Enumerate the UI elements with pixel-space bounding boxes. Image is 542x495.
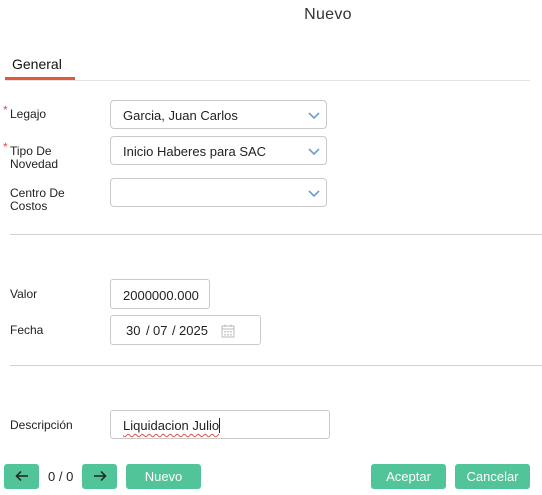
- fecha-label: Fecha: [10, 323, 44, 337]
- descripcion-label: Descripción: [10, 418, 73, 432]
- aceptar-button[interactable]: Aceptar: [371, 464, 446, 489]
- text-caret: [219, 418, 220, 433]
- fecha-input[interactable]: 30 / 07 / 2025: [110, 315, 261, 345]
- centro-costos-label: Centro De Costos: [10, 187, 65, 213]
- legajo-value: Garcia, Juan Carlos: [123, 108, 238, 123]
- descripcion-value: Liquidacion Julio: [123, 418, 220, 433]
- section-divider: [10, 234, 542, 235]
- dialog-title: Nuevo: [304, 6, 352, 23]
- centro-costos-label-line2: Costos: [10, 199, 48, 213]
- arrow-right-icon: [93, 470, 107, 482]
- chevron-down-icon: [308, 112, 320, 120]
- fecha-month[interactable]: 07: [153, 323, 167, 338]
- tipo-novedad-label-line2: Novedad: [10, 157, 59, 171]
- tab-general[interactable]: General: [12, 56, 62, 72]
- descripcion-input[interactable]: Liquidacion Julio: [110, 410, 330, 439]
- fecha-day[interactable]: 30: [126, 323, 140, 338]
- record-counter: 0 / 0: [48, 469, 74, 484]
- fecha-separator: /: [146, 323, 150, 338]
- nuevo-button[interactable]: Nuevo: [126, 464, 201, 489]
- valor-input[interactable]: 2000000.000: [110, 279, 210, 309]
- fecha-year[interactable]: 2025: [179, 323, 208, 338]
- previous-button[interactable]: [4, 464, 39, 489]
- valor-value: 2000000.000: [123, 288, 199, 303]
- tipo-novedad-value: Inicio Haberes para SAC: [123, 144, 267, 159]
- arrow-left-icon: [14, 470, 28, 482]
- legajo-label-text: Legajo: [10, 107, 47, 121]
- valor-label: Valor: [10, 287, 38, 301]
- tipo-novedad-label: * Tipo De Novedad: [3, 141, 59, 171]
- cancelar-button[interactable]: Cancelar: [455, 464, 530, 489]
- legajo-label: * Legajo: [3, 104, 47, 121]
- chevron-down-icon: [308, 148, 320, 156]
- section-divider: [10, 365, 542, 366]
- chevron-down-icon: [308, 190, 320, 198]
- next-button[interactable]: [82, 464, 117, 489]
- tipo-novedad-select[interactable]: Inicio Haberes para SAC: [110, 136, 327, 165]
- tab-bar-divider: [5, 80, 530, 81]
- legajo-select[interactable]: Garcia, Juan Carlos: [110, 100, 327, 129]
- fecha-separator: /: [172, 323, 176, 338]
- required-marker: *: [3, 140, 8, 154]
- calendar-icon[interactable]: [221, 324, 235, 338]
- required-marker: *: [3, 103, 8, 117]
- centro-costos-select[interactable]: [110, 178, 327, 207]
